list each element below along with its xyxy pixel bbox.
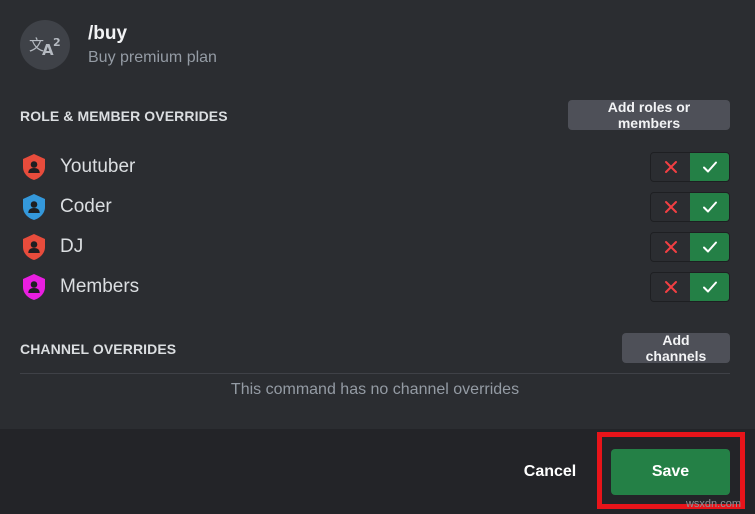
check-icon [702,281,717,293]
deny-button[interactable] [651,273,690,301]
svg-text:2: 2 [53,36,61,49]
permission-toggle [650,152,730,182]
modal-footer: Cancel Save wsxdn.com [0,429,755,514]
role-row: Youtuber [20,151,730,183]
allow-button[interactable] [690,193,729,221]
deny-button[interactable] [651,193,690,221]
allow-button[interactable] [690,153,729,181]
permission-toggle [650,272,730,302]
role-overrides-title: ROLE & MEMBER OVERRIDES [20,108,228,124]
x-icon [664,241,677,253]
role-name: Coder [60,196,112,217]
empty-channel-message: This command has no channel overrides [230,381,520,398]
role-row: Members [20,271,730,303]
x-icon [664,201,677,213]
check-icon [702,201,717,213]
role-name: Members [60,276,140,297]
check-icon [702,241,717,253]
role-shield-icon [20,153,48,181]
permission-toggle [650,232,730,262]
command-name: /buy [88,23,128,44]
command-description: Buy premium plan [88,49,217,66]
watermark: wsxdn.com [685,498,741,510]
add-channels-button[interactable]: Add channels [622,332,730,364]
deny-button[interactable] [651,233,690,261]
role-name: Youtuber [60,156,136,177]
allow-button[interactable] [690,233,729,261]
cancel-button[interactable]: Cancel [512,457,588,487]
role-shield-icon [20,273,48,301]
add-roles-button[interactable]: Add roles or members [568,99,730,131]
divider [20,373,730,374]
role-name: DJ [60,236,84,257]
overrides-panel: ROLE & MEMBER OVERRIDES Add roles or mem… [0,89,755,429]
save-button[interactable]: Save [611,449,730,495]
check-icon [702,161,717,173]
translate-icon: 文 A 2 [20,20,70,70]
x-icon [664,281,677,293]
command-header: 文 A 2 /buy Buy premium plan [0,0,755,89]
channel-overrides-title: CHANNEL OVERRIDES [20,341,177,357]
role-row: Coder [20,191,730,223]
permission-toggle [650,192,730,222]
x-icon [664,161,677,173]
allow-button[interactable] [690,273,729,301]
deny-button[interactable] [651,153,690,181]
role-shield-icon [20,193,48,221]
role-shield-icon [20,233,48,261]
role-row: DJ [20,231,730,263]
